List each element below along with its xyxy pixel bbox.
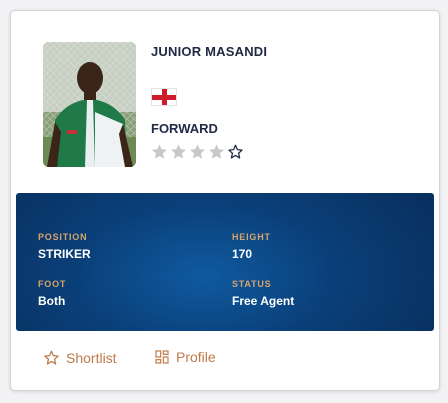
star-filled-icon [152, 144, 167, 159]
player-card: JUNIOR MASANDI FORWARD POSITION STRIKER … [10, 10, 440, 391]
star-filled-icon [209, 144, 224, 159]
rating-stars [151, 143, 244, 160]
star-outline-icon [228, 144, 243, 159]
stat-foot-value: Both [38, 294, 66, 308]
player-stats-panel: POSITION STRIKER HEIGHT 170 FOOT Both ST… [16, 193, 434, 331]
stat-foot-label: FOOT [38, 279, 67, 289]
shortlist-button[interactable]: Shortlist [43, 349, 117, 366]
star-filled-icon [190, 144, 205, 159]
stat-height-label: HEIGHT [232, 232, 271, 242]
stat-foot: FOOT Both [38, 279, 66, 308]
stat-status-value: Free Agent [232, 294, 295, 308]
stat-status-label: STATUS [232, 279, 272, 289]
player-name: JUNIOR MASANDI [151, 44, 268, 59]
shortlist-button-label: Shortlist [66, 349, 117, 366]
stat-status: STATUS Free Agent [232, 279, 294, 308]
player-photo-image [43, 42, 136, 167]
stat-position-value: STRIKER [38, 247, 91, 261]
player-photo [43, 42, 136, 167]
player-position-title: FORWARD [151, 121, 218, 136]
stat-height: HEIGHT 170 [232, 232, 271, 261]
grid-icon [155, 350, 169, 364]
star-outline-icon [44, 350, 59, 365]
stat-position: POSITION STRIKER [38, 232, 91, 261]
profile-button[interactable]: Profile [154, 349, 216, 365]
star-filled-icon [171, 144, 186, 159]
stat-height-value: 170 [232, 247, 253, 261]
profile-button-label: Profile [176, 349, 216, 365]
england-flag-icon [151, 88, 177, 106]
stat-position-label: POSITION [38, 232, 88, 242]
